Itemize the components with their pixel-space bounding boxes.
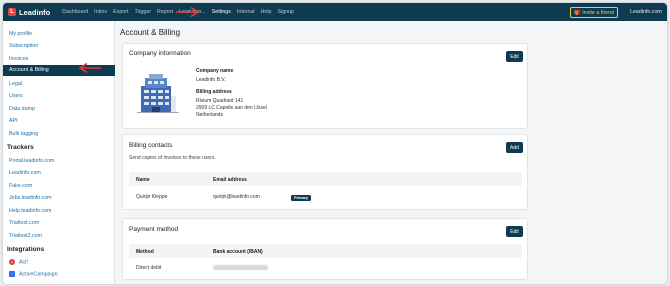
invite-label: Invite a friend bbox=[582, 9, 615, 16]
logo-text: Leadinfo bbox=[19, 7, 51, 17]
nav-internal[interactable]: Internal bbox=[237, 9, 255, 15]
sidebar-item-api[interactable]: API bbox=[9, 118, 18, 124]
card-title: Company information bbox=[129, 50, 191, 57]
contact-name: Quirijn Kleppe bbox=[136, 194, 168, 200]
edit-payment-button[interactable]: Edit bbox=[506, 226, 523, 237]
gift-icon: 🎁 bbox=[573, 9, 581, 16]
top-navigation: L Leadinfo Dashboard Inbox Export Trigge… bbox=[3, 3, 667, 21]
tracker-item[interactable]: Trialtest2.com bbox=[9, 233, 42, 239]
tracker-item[interactable]: Jobs.leadinfo.com bbox=[9, 195, 52, 201]
billing-contacts-card: Billing contacts Add Send copies of invo… bbox=[122, 134, 528, 210]
column-header-email: Email address bbox=[213, 176, 247, 183]
sidebar-item-data-dump[interactable]: Data dump bbox=[9, 106, 35, 112]
annotation-arrow-icon bbox=[78, 62, 101, 74]
payment-method-value: Direct debit bbox=[136, 265, 162, 271]
tracker-item[interactable]: Help.leadinfo.com bbox=[9, 208, 51, 214]
company-name-value: Leadinfo B.V. bbox=[196, 77, 226, 83]
column-header-iban: Bank account (IBAN) bbox=[213, 248, 263, 255]
nav-dashboard[interactable]: Dashboard bbox=[62, 9, 88, 15]
billing-address-label: Billing address bbox=[196, 89, 232, 95]
tracker-item[interactable]: Trialtest.com bbox=[9, 220, 39, 226]
contacts-subtitle: Send copies of invoices to these users. bbox=[129, 155, 216, 161]
billing-address-line: Rivium Quadrant 141 bbox=[196, 98, 244, 104]
sidebar-item-bulk-tagging[interactable]: Bulk tagging bbox=[9, 131, 38, 137]
integration-label: ActiveCampaign bbox=[19, 271, 58, 278]
domain-link[interactable]: Leadinfo.com bbox=[630, 9, 662, 15]
act-icon: ● bbox=[9, 259, 15, 265]
nav-export[interactable]: Export bbox=[113, 9, 128, 15]
logo-icon: L bbox=[8, 8, 16, 16]
iban-redacted bbox=[213, 265, 268, 270]
contacts-table-header: Name Email address bbox=[129, 172, 522, 186]
sidebar-item-users[interactable]: Users bbox=[9, 93, 23, 99]
contact-email: quirijn@leadinfo.com bbox=[213, 194, 260, 200]
payment-table-header: Method Bank account (IBAN) bbox=[129, 244, 522, 258]
nav-settings[interactable]: Settings bbox=[212, 9, 231, 15]
column-header-method: Method bbox=[136, 248, 154, 255]
integration-item-act[interactable]: ● Act! bbox=[9, 259, 28, 265]
tracker-item[interactable]: Leadinfo.com bbox=[9, 170, 41, 176]
app-window: L Leadinfo Dashboard Inbox Export Trigge… bbox=[3, 3, 667, 284]
tracker-item[interactable]: Fake.com bbox=[9, 183, 32, 189]
integration-item-activecampaign[interactable]: › ActiveCampaign bbox=[9, 271, 58, 277]
nav-report[interactable]: Report bbox=[157, 9, 173, 15]
card-title: Payment method bbox=[129, 226, 179, 233]
edit-company-button[interactable]: Edit bbox=[506, 51, 523, 62]
billing-address-line: 2909 LC Capelle aan den IJssel bbox=[196, 105, 267, 111]
sidebar-item-invoices[interactable]: Invoices bbox=[9, 56, 28, 62]
payment-method-card: Payment method Edit Method Bank account … bbox=[122, 218, 528, 280]
sidebar-item-legal[interactable]: Legal bbox=[9, 81, 22, 87]
nav-trigger[interactable]: Trigger bbox=[134, 9, 151, 15]
integrations-header: Integrations bbox=[7, 246, 45, 253]
annotation-arrow-icon bbox=[176, 6, 200, 18]
column-header-name: Name bbox=[136, 176, 150, 183]
primary-badge: Primary bbox=[291, 194, 312, 201]
trackers-header: Trackers bbox=[7, 144, 34, 151]
sidebar: My profile Subscription Invoices Account… bbox=[3, 21, 115, 284]
building-icon bbox=[137, 74, 179, 113]
invite-friend-button[interactable]: 🎁 Invite a friend bbox=[570, 7, 618, 18]
integration-label: Act! bbox=[19, 259, 29, 266]
activecampaign-icon: › bbox=[9, 271, 15, 277]
nav-signup[interactable]: Signup bbox=[277, 9, 294, 15]
page-title: Account & Billing bbox=[120, 28, 181, 37]
nav-help[interactable]: Help bbox=[261, 9, 272, 15]
tracker-item[interactable]: Portal.leadinfo.com bbox=[9, 158, 54, 164]
logo[interactable]: L Leadinfo bbox=[8, 8, 50, 17]
sidebar-item-subscription[interactable]: Subscription bbox=[9, 43, 38, 49]
card-title: Billing contacts bbox=[129, 142, 173, 149]
company-name-label: Company name bbox=[196, 68, 234, 74]
sidebar-item-my-profile[interactable]: My profile bbox=[9, 31, 32, 37]
add-contact-button[interactable]: Add bbox=[506, 142, 523, 153]
billing-address-line: Netherlands bbox=[196, 112, 223, 118]
company-information-card: Company information Edit Company name Le… bbox=[122, 43, 528, 129]
nav-inbox[interactable]: Inbox bbox=[94, 9, 107, 15]
